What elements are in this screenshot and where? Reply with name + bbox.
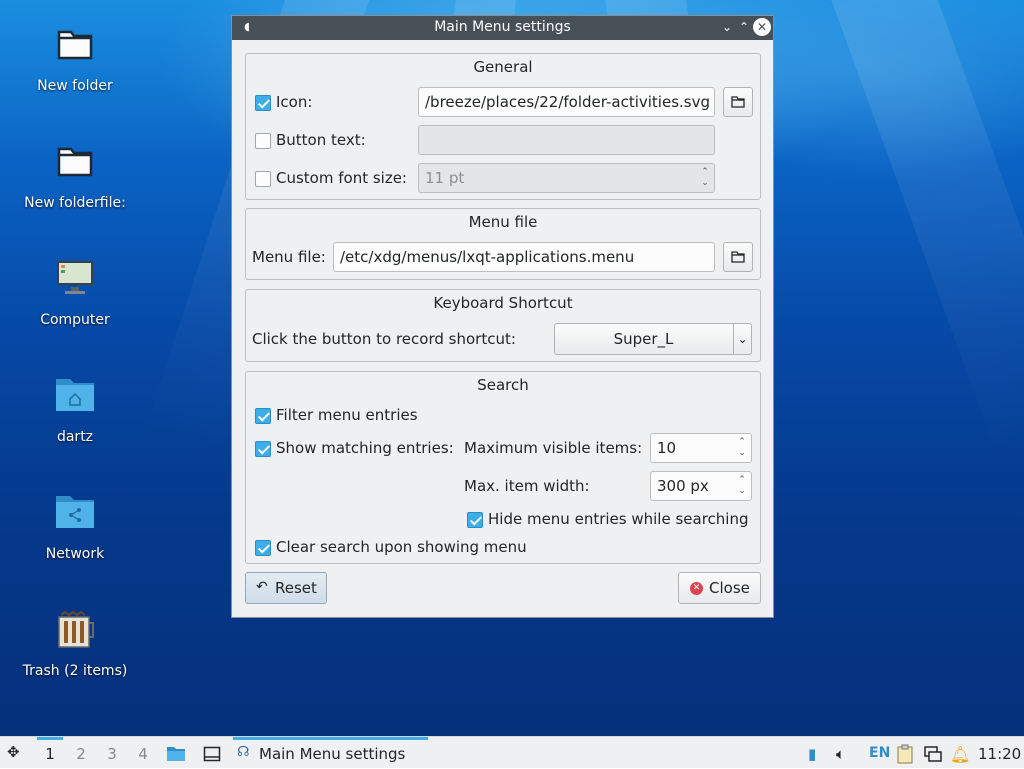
clear-search-checkbox[interactable]: [255, 540, 271, 556]
close-label: Close: [709, 579, 750, 597]
trash-icon: [58, 610, 94, 648]
home-folder-icon: [56, 379, 94, 411]
task-main-menu-settings[interactable]: ☊ Main Menu settings: [233, 737, 428, 769]
maximize-icon[interactable]: ⌃: [735, 18, 753, 36]
max-item-width-spinbox[interactable]: 300 px ⌃ ⌄: [650, 471, 752, 501]
group-title-search: Search: [477, 376, 529, 394]
notification-bell-icon[interactable]: 🔔︎: [950, 745, 970, 764]
filter-menu-entries-checkbox[interactable]: [255, 408, 271, 424]
max-visible-items-spinbox[interactable]: 10 ⌃ ⌄: [650, 433, 752, 463]
font-size-value: 11 pt: [425, 169, 465, 187]
minimize-icon[interactable]: ⌄: [718, 18, 736, 36]
workspace-3[interactable]: 3: [102, 745, 122, 763]
max-visible-items-label: Maximum visible items:: [464, 439, 643, 457]
icon-path-field[interactable]: /breeze/places/22/folder-activities.svg: [418, 87, 715, 117]
settings-app-icon: ☊: [237, 744, 250, 760]
computer-icon: [57, 261, 93, 294]
group-title-menu-file: Menu file: [468, 213, 538, 231]
spin-up-icon[interactable]: ⌃: [737, 476, 747, 485]
workspace-1[interactable]: 1: [40, 745, 60, 763]
custom-font-size-label: Custom font size:: [276, 169, 407, 187]
button-text-label: Button text:: [276, 131, 366, 149]
desktop-icon-new-folderfile[interactable]: New folderfile:: [10, 139, 140, 211]
chevron-down-icon[interactable]: ⌄: [733, 324, 751, 354]
open-folder-icon: [731, 251, 745, 263]
task-label: Main Menu settings: [259, 745, 406, 763]
usb-device-icon[interactable]: ▮: [808, 745, 816, 763]
spin-up-icon[interactable]: ⌃: [737, 438, 747, 447]
desktop-icon-dartz[interactable]: dartz: [10, 373, 140, 445]
show-matching-entries-checkbox[interactable]: [255, 441, 271, 457]
undo-icon: ↶: [256, 579, 268, 595]
desktop-icon-new-folder[interactable]: New folder: [10, 22, 140, 94]
shortcut-value: Super_L: [613, 330, 674, 348]
spin-down-icon[interactable]: ⌄: [737, 449, 747, 458]
shortcut-record-button[interactable]: Super_L ⌄: [554, 323, 752, 355]
group-title-keyboard-shortcut: Keyboard Shortcut: [433, 294, 573, 312]
volume-icon[interactable]: 🔈︎: [836, 745, 845, 763]
desktop-icon-network[interactable]: Network: [10, 490, 140, 562]
desktop-icon-label: Network: [45, 546, 105, 562]
max-visible-items-value: 10: [657, 439, 677, 457]
desktop-icon-label: Trash (2 items): [22, 663, 128, 679]
taskbar: ✥ 1 2 3 4 ☊ Main Menu settings ▮ 🔈︎ EN 🔔…: [0, 736, 1024, 768]
reset-label: Reset: [275, 579, 317, 597]
menu-file-group: Menu file Menu file: /etc/xdg/menus/lxqt…: [245, 208, 761, 280]
close-window-icon[interactable]: ✕: [753, 18, 771, 36]
folder-icon: [57, 147, 93, 177]
filter-menu-entries-label: Filter menu entries: [276, 406, 418, 424]
show-desktop-icon[interactable]: [203, 746, 221, 762]
browse-menu-file-button[interactable]: [723, 242, 753, 272]
keyboard-shortcut-group: Keyboard Shortcut Click the button to re…: [245, 289, 761, 362]
keyboard-layout[interactable]: EN: [869, 745, 890, 761]
max-item-width-label: Max. item width:: [464, 477, 590, 495]
show-matching-entries-label: Show matching entries:: [276, 439, 454, 457]
spin-down-icon[interactable]: ⌄: [737, 487, 747, 496]
search-group: Search Filter menu entries Show matching…: [245, 371, 761, 564]
desktop-icon-label: Computer: [40, 312, 110, 328]
close-button[interactable]: ✕ Close: [678, 572, 761, 604]
reset-button[interactable]: ↶ Reset: [245, 572, 327, 604]
general-group: General Icon: /breeze/places/22/folder-a…: [245, 53, 761, 200]
icon-label: Icon:: [276, 93, 313, 111]
font-size-spinbox[interactable]: 11 pt ⌃ ⌄: [418, 163, 715, 193]
window-title: Main Menu settings: [434, 19, 571, 35]
clock[interactable]: 11:20: [978, 745, 1021, 763]
file-manager-icon[interactable]: [166, 746, 186, 762]
network-status-icon[interactable]: [923, 745, 943, 763]
desktop-icon-trash[interactable]: Trash (2 items): [10, 607, 140, 679]
clipboard-icon[interactable]: [895, 744, 915, 764]
hide-menu-entries-label: Hide menu entries while searching: [488, 510, 749, 528]
close-icon: ✕: [690, 582, 703, 595]
window-titlebar[interactable]: ◖ Main Menu settings ⌄ ⌃ ✕: [232, 16, 773, 40]
shortcut-label: Click the button to record shortcut:: [252, 330, 516, 348]
custom-font-size-checkbox[interactable]: [255, 171, 271, 187]
browse-icon-button[interactable]: [723, 87, 753, 117]
folder-icon: [57, 30, 93, 60]
desktop-icon-label: New folder: [37, 78, 113, 94]
app-menu-icon[interactable]: ✥: [7, 743, 20, 761]
workspace-2[interactable]: 2: [71, 745, 91, 763]
hide-menu-entries-checkbox[interactable]: [467, 512, 483, 528]
menu-file-field[interactable]: /etc/xdg/menus/lxqt-applications.menu: [333, 242, 715, 272]
desktop-icon-label: dartz: [56, 429, 94, 445]
icon-checkbox[interactable]: [255, 95, 271, 111]
button-text-checkbox[interactable]: [255, 133, 271, 149]
group-title-general: General: [473, 58, 533, 76]
open-folder-icon: [731, 96, 745, 108]
spin-down-icon[interactable]: ⌄: [700, 179, 710, 188]
clear-search-label: Clear search upon showing menu: [276, 538, 527, 556]
max-item-width-value: 300 px: [657, 477, 709, 495]
desktop-icon-label: New folderfile:: [24, 195, 126, 211]
spin-up-icon[interactable]: ⌃: [700, 168, 710, 177]
desktop-icon-computer[interactable]: Computer: [10, 256, 140, 328]
workspace-4[interactable]: 4: [133, 745, 153, 763]
menu-file-label: Menu file:: [252, 248, 326, 266]
main-menu-settings-dialog: ◖ Main Menu settings ⌄ ⌃ ✕ General Icon:…: [231, 15, 774, 618]
active-workspace-indicator: [37, 737, 63, 740]
network-folder-icon: [56, 496, 94, 528]
light-ray: [823, 0, 1024, 466]
button-text-field[interactable]: [418, 125, 715, 155]
